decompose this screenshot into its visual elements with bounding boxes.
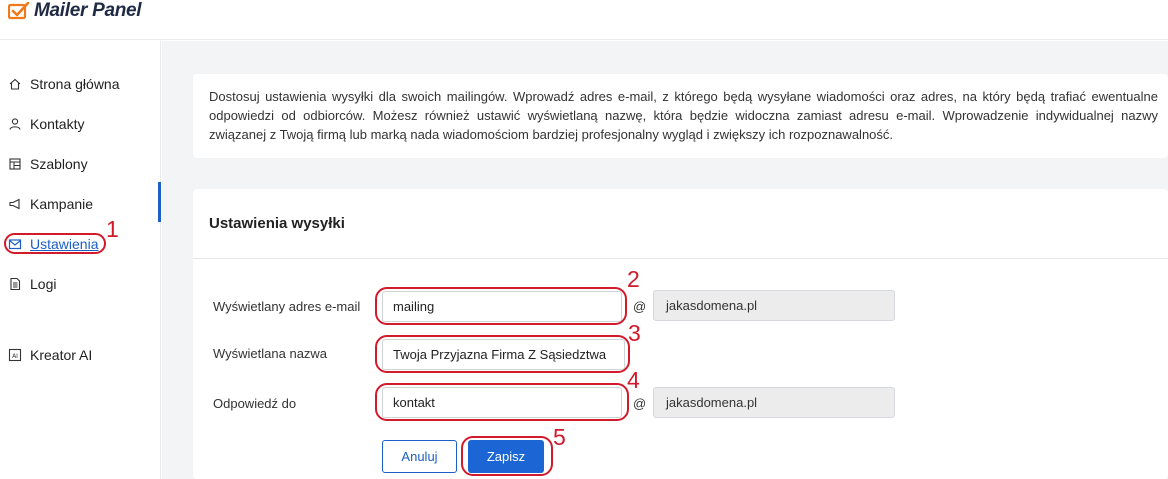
user-icon — [8, 117, 22, 131]
settings-card: Ustawienia wysyłki — [193, 189, 1168, 479]
info-text: Dostosuj ustawienia wysyłki dla swoich m… — [209, 89, 1158, 142]
sidebar — [0, 41, 161, 479]
sidebar-item-szablony[interactable]: Szablony — [8, 153, 88, 175]
reply-to-domain: jakasdomena.pl — [653, 387, 895, 418]
display-name-label: Wyświetlana nazwa — [213, 346, 328, 361]
sidebar-item-label: Logi — [30, 276, 57, 292]
sidebar-item-label: Szablony — [30, 156, 88, 172]
active-indicator — [158, 182, 161, 222]
template-icon — [8, 157, 22, 171]
sidebar-item-label: Strona główna — [30, 76, 120, 92]
email-input[interactable]: mailing — [382, 291, 622, 322]
sidebar-item-kontakty[interactable]: Kontakty — [8, 113, 84, 135]
svg-text:AI: AI — [12, 353, 18, 360]
save-button[interactable]: Zapisz — [468, 440, 544, 473]
megaphone-icon — [8, 197, 22, 211]
display-name-input[interactable]: Twoja Przyjazna Firma Z Sąsiedztwa — [382, 339, 625, 370]
sidebar-item-kreator-ai[interactable]: AI Kreator AI — [8, 344, 92, 366]
section-title: Ustawienia wysyłki — [209, 215, 345, 232]
annotation-number-4: 4 — [627, 367, 640, 393]
top-bar: Mailer Panel — [0, 0, 1168, 40]
email-at-sign: @ — [633, 299, 647, 314]
document-icon — [8, 277, 22, 291]
annotation-number-2: 2 — [627, 266, 640, 292]
annotation-number-1: 1 — [106, 216, 119, 242]
app-logo[interactable]: Mailer Panel — [8, 0, 142, 22]
sidebar-item-label: Kreator AI — [30, 347, 93, 363]
info-card: Dostosuj ustawienia wysyłki dla swoich m… — [193, 74, 1168, 158]
sidebar-item-label: Ustawienia — [30, 236, 99, 252]
section-divider — [193, 258, 1168, 259]
logo-mail-check-icon — [8, 2, 30, 20]
sidebar-item-label: Kampanie — [30, 196, 94, 212]
app-name: Mailer Panel — [34, 0, 142, 21]
sidebar-item-ustawienia[interactable]: Ustawienia — [8, 233, 98, 255]
sidebar-item-kampanie[interactable]: Kampanie — [8, 193, 93, 215]
annotation-number-3: 3 — [628, 320, 641, 346]
annotation-number-5: 5 — [553, 424, 566, 450]
sidebar-item-logi[interactable]: Logi — [8, 273, 56, 295]
mail-icon — [8, 237, 22, 251]
reply-to-label: Odpowiedź do — [213, 396, 297, 411]
email-domain: jakasdomena.pl — [653, 290, 895, 321]
reply-to-input[interactable]: kontakt — [382, 387, 622, 418]
sidebar-item-strona-glowna[interactable]: Strona główna — [8, 73, 120, 95]
ai-icon: AI — [8, 348, 22, 362]
reply-to-at-sign: @ — [633, 396, 647, 411]
home-icon — [8, 77, 22, 91]
sidebar-item-label: Kontakty — [30, 116, 85, 132]
email-label: Wyświetlany adres e-mail — [213, 299, 361, 314]
cancel-button[interactable]: Anuluj — [382, 440, 457, 473]
